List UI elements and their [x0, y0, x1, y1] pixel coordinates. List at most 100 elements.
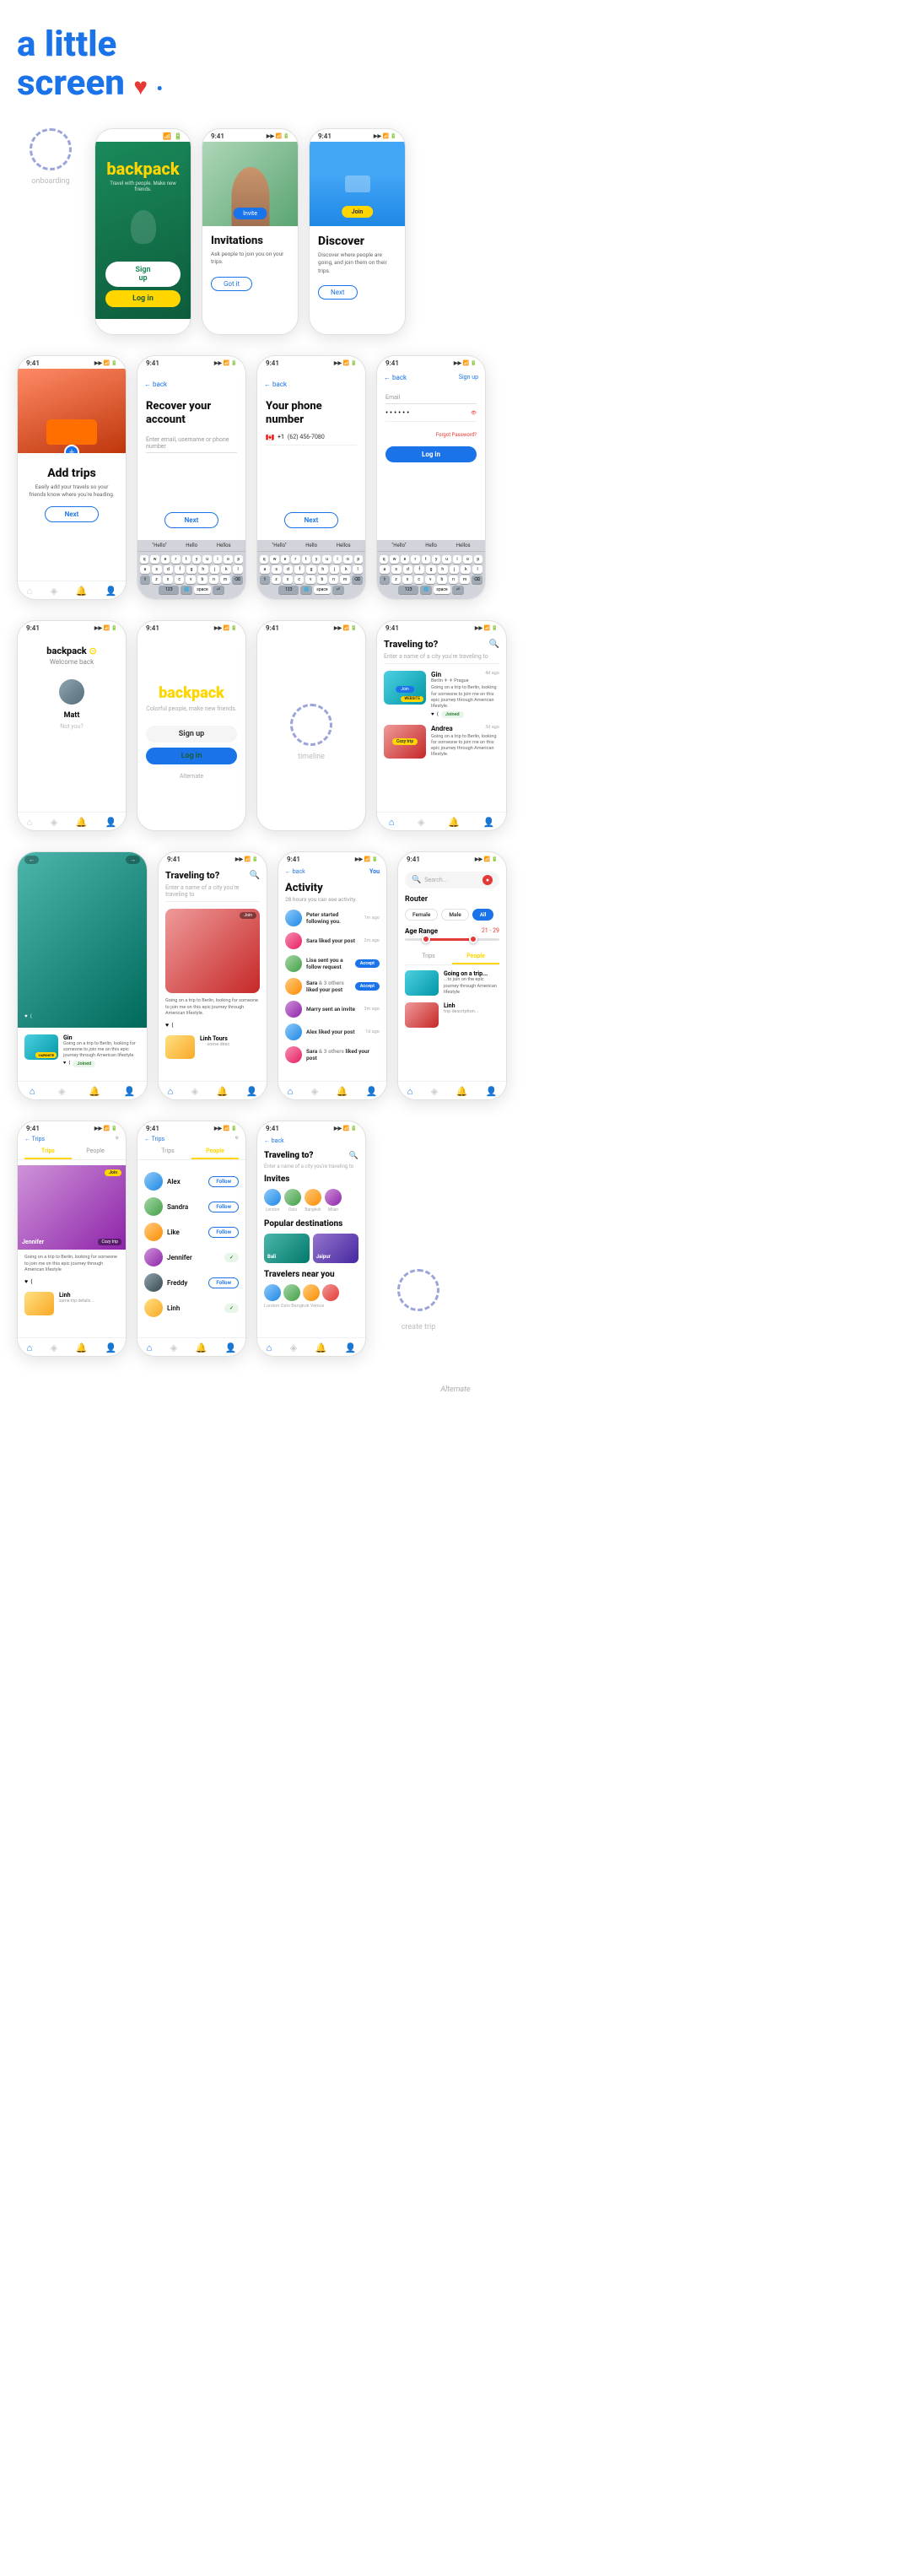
dest-jaipur[interactable]: Jaipur [313, 1234, 358, 1263]
next-button[interactable]: Next [318, 285, 358, 300]
follow-freddy-btn[interactable]: Follow [208, 1277, 239, 1288]
back-arrow[interactable]: ← back [264, 1137, 284, 1144]
search-icon[interactable]: 🔍 [489, 640, 499, 649]
join-btn-jennifer2[interactable]: Join [105, 1169, 121, 1176]
join-btn-trip[interactable]: Join [396, 686, 414, 693]
tab-people-tab[interactable]: People [191, 1144, 239, 1159]
settings-icon[interactable]: ⚙ [235, 1136, 239, 1142]
filter-all[interactable]: All [472, 909, 494, 921]
accept-button-sara2[interactable]: Accept [355, 982, 380, 991]
eye-icon[interactable]: 👁 [471, 411, 477, 416]
keyboard[interactable]: "Hello" Hello Hellos qwertyuiop asdfghjk… [257, 540, 365, 599]
user-icon[interactable]: 👤 [225, 1342, 237, 1353]
home-icon[interactable]: ⌂ [389, 817, 395, 828]
user-icon[interactable]: 👤 [482, 817, 494, 828]
home-icon[interactable]: ⌂ [407, 1086, 413, 1097]
dest-bali[interactable]: Bali [264, 1234, 310, 1263]
follow-alex-btn[interactable]: Follow [208, 1176, 239, 1187]
back-arrow[interactable]: ← [24, 856, 39, 864]
city-input[interactable]: Enter a name of a city you're traveling … [165, 884, 260, 902]
user-icon[interactable]: 👤 [123, 1086, 135, 1097]
map-icon[interactable]: ◈ [290, 1342, 297, 1353]
share-icon[interactable]: ⟨ [437, 711, 439, 718]
like-btn[interactable]: ♥ [63, 1061, 66, 1067]
like-btn[interactable]: ♥ [24, 1278, 28, 1285]
phone-number-input[interactable]: (62) 456-7080 [288, 434, 325, 440]
not-you-link[interactable]: Not you? [60, 723, 83, 730]
follow-sandra-btn[interactable]: Follow [208, 1202, 239, 1212]
next-button[interactable]: Next [284, 512, 339, 528]
share-btn[interactable]: ⟨ [171, 1022, 174, 1029]
user-icon[interactable]: 👤 [246, 1086, 258, 1097]
filter-female[interactable]: Female [405, 909, 438, 921]
bell-icon[interactable]: 🔔 [217, 1086, 229, 1097]
back-arrow[interactable]: ← back [384, 374, 407, 381]
share-btn[interactable]: ⟨ [68, 1061, 70, 1067]
filter-dot[interactable]: ● [482, 875, 493, 885]
you-link[interactable]: You [369, 868, 380, 875]
map-icon[interactable]: ◈ [51, 817, 57, 828]
user-icon[interactable]: 👤 [105, 1342, 117, 1353]
tab-trips-people[interactable]: Trips [144, 1144, 191, 1159]
keyboard[interactable]: "Hello" Hello Hellos qwertyuiop asdfghjk… [137, 540, 245, 599]
signup-button[interactable]: Sign up [105, 262, 181, 287]
home-icon[interactable]: ⌂ [27, 586, 33, 597]
alternate-link[interactable]: Alternate [180, 773, 203, 780]
home-icon[interactable]: ⌂ [267, 1342, 272, 1353]
follow-like-btn[interactable]: Follow [208, 1227, 239, 1238]
home-icon[interactable]: ⌂ [27, 1342, 33, 1353]
like-icon-large[interactable]: ♥ [24, 1013, 28, 1019]
home-icon[interactable]: ⌂ [27, 817, 33, 828]
map-icon[interactable]: ◈ [311, 1086, 318, 1097]
like-icon[interactable]: ♥ [431, 711, 434, 718]
user-icon[interactable]: 👤 [366, 1086, 378, 1097]
map-icon[interactable]: ◈ [418, 817, 424, 828]
home-icon[interactable]: ⌂ [168, 1086, 174, 1097]
home-icon[interactable]: ⌂ [288, 1086, 294, 1097]
password-field[interactable]: •••••• [385, 409, 411, 418]
filter-male[interactable]: Male [441, 909, 468, 921]
map-icon[interactable]: ◈ [58, 1086, 65, 1097]
back-arrow[interactable]: ← Trips [144, 1136, 164, 1142]
back-arrow[interactable]: ← back [264, 381, 287, 388]
accept-button-lisa[interactable]: Accept [355, 959, 380, 968]
recover-input[interactable]: Enter email, username or phone number [146, 434, 237, 453]
bell-icon[interactable]: 🔔 [89, 1086, 100, 1097]
invite-button[interactable]: Invite [233, 208, 267, 219]
tab-trips[interactable]: Trips [405, 949, 452, 964]
bell-icon[interactable]: 🔔 [337, 1086, 348, 1097]
login-button[interactable]: Log in [146, 748, 237, 764]
tab-trips-jennifer[interactable]: Trips [24, 1144, 72, 1159]
search-icon[interactable]: 🔍 [250, 871, 260, 880]
next-button[interactable]: Next [164, 512, 219, 528]
user-icon[interactable]: 👤 [105, 817, 117, 828]
map-icon[interactable]: ◈ [170, 1342, 177, 1353]
back-arrow[interactable]: ← Trips [24, 1136, 45, 1142]
slider-handle-left[interactable] [422, 935, 430, 943]
bell-icon[interactable]: 🔔 [76, 1342, 88, 1353]
search-icon[interactable]: 🔍 [349, 1152, 358, 1160]
gotit-button[interactable]: Got it [211, 277, 252, 291]
tab-people[interactable]: People [452, 949, 499, 964]
user-icon[interactable]: 👤 [105, 586, 117, 597]
keyboard[interactable]: "Hello" Hello Hellos qwertyuiop asdfghjk… [377, 540, 485, 599]
signup-link[interactable]: Sign up [459, 374, 478, 381]
map-icon[interactable]: ◈ [431, 1086, 438, 1097]
map-icon[interactable]: ◈ [51, 586, 57, 597]
bell-icon[interactable]: 🔔 [196, 1342, 208, 1353]
bell-icon[interactable]: 🔔 [76, 586, 88, 597]
login-button[interactable]: Log in [385, 446, 477, 462]
map-icon[interactable]: ◈ [51, 1342, 57, 1353]
forgot-password-link[interactable]: Forgot Password? [436, 432, 477, 438]
bell-icon[interactable]: 🔔 [76, 817, 88, 828]
join-button[interactable]: Join [342, 206, 374, 218]
next-button[interactable]: Next [45, 506, 100, 522]
tab-people-jennifer[interactable]: People [72, 1144, 119, 1159]
signup-button[interactable]: Sign up [146, 726, 237, 743]
bell-icon[interactable]: 🔔 [448, 817, 460, 828]
home-icon[interactable]: ⌂ [30, 1086, 35, 1097]
join-btn-jennifer[interactable]: Join [240, 912, 256, 919]
user-icon[interactable]: 👤 [345, 1342, 357, 1353]
back-arrow[interactable]: ← back [144, 381, 167, 388]
search-icon[interactable]: 🔍 [412, 876, 421, 884]
